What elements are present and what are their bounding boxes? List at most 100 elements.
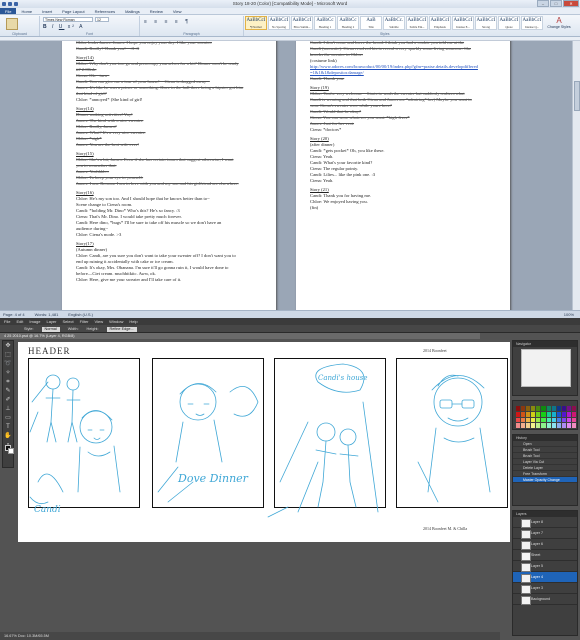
- color-swatch[interactable]: [561, 423, 566, 428]
- color-swatch[interactable]: [521, 423, 526, 428]
- color-swatch[interactable]: [516, 411, 521, 417]
- text-tool-icon[interactable]: T: [3, 423, 13, 431]
- maximize-button[interactable]: □: [550, 0, 562, 7]
- color-swatch[interactable]: [551, 417, 556, 423]
- style-preset[interactable]: AaBbCcI No Spacing: [268, 16, 290, 30]
- history-state[interactable]: Master Opacity Change: [513, 477, 577, 483]
- color-swatch[interactable]: [556, 417, 561, 423]
- swatch-grid[interactable]: [516, 406, 576, 428]
- eraser-tool-icon[interactable]: ▭: [3, 414, 13, 422]
- navigator-thumbnail[interactable]: [521, 349, 571, 387]
- layer-row[interactable]: Layer 8: [513, 517, 577, 528]
- document-tab[interactable]: 4 25 2010.psd @ 16.7% (Layer 4, RGB/8): [0, 333, 480, 339]
- color-swatch[interactable]: [531, 406, 536, 411]
- ribbon-tab-home[interactable]: Home: [16, 8, 37, 14]
- word-app-icon[interactable]: [2, 2, 6, 6]
- color-swatch[interactable]: [566, 417, 571, 423]
- ps-menu-file[interactable]: File: [4, 318, 10, 325]
- color-swatch[interactable]: [521, 417, 526, 423]
- document-line[interactable]: (fin): [310, 205, 496, 211]
- undo-icon[interactable]: [14, 2, 18, 6]
- document-line[interactable]: Candi: Really? Thank you! ~<3<3: [76, 46, 262, 52]
- move-tool-icon[interactable]: ✥: [3, 342, 13, 350]
- brush-tool-icon[interactable]: ✐: [3, 396, 13, 404]
- color-swatch[interactable]: [551, 423, 556, 428]
- document-page-left[interactable]: Chloe looks James. James: I hope you enj…: [62, 41, 276, 310]
- color-swatch[interactable]: [516, 417, 521, 423]
- color-swatch[interactable]: [546, 423, 551, 428]
- eyedropper-tool-icon[interactable]: ✎: [3, 387, 13, 395]
- document-line[interactable]: James: You are the best wife ever!: [76, 142, 262, 148]
- save-icon[interactable]: [8, 2, 12, 6]
- color-swatch[interactable]: [531, 417, 536, 423]
- close-button[interactable]: ✕: [563, 0, 579, 7]
- scroll-thumb[interactable]: [574, 81, 580, 111]
- layer-row[interactable]: Layer 6: [513, 539, 577, 550]
- document-area[interactable]: Chloe looks James. James: I hope you enj…: [0, 41, 572, 310]
- navigator-header[interactable]: Navigator: [513, 341, 577, 347]
- refine-edge-button[interactable]: Refine Edge...: [106, 326, 137, 332]
- color-swatch[interactable]: [556, 406, 561, 411]
- language[interactable]: English (U.S.): [68, 311, 93, 318]
- background-color-swatch[interactable]: [8, 448, 14, 454]
- paste-icon[interactable]: [6, 18, 18, 30]
- color-swatch[interactable]: [566, 423, 571, 428]
- color-swatch[interactable]: [551, 411, 556, 417]
- document-line[interactable]: James: I am. Because I am in love with y…: [76, 181, 262, 187]
- style-preset[interactable]: AaBbCcI Elisa Summ...: [291, 16, 313, 30]
- layer-row[interactable]: Layer 4: [513, 572, 577, 583]
- style-preset[interactable]: AaBbCc Heading 2: [337, 16, 359, 30]
- style-select[interactable]: Normal: [41, 326, 60, 332]
- color-swatch[interactable]: [541, 423, 546, 428]
- style-preset[interactable]: AaBbCc. Subtitle: [383, 16, 405, 30]
- color-swatch[interactable]: [516, 423, 521, 428]
- document-line[interactable]: Chloe: Ciena's mode. >3: [76, 232, 262, 238]
- style-preset[interactable]: AaBbCcI Emphasis: [429, 16, 451, 30]
- color-swatch[interactable]: [536, 406, 541, 411]
- document-line[interactable]: Chloe: *annoyed* (She kind of girl!: [76, 97, 262, 103]
- ps-menu-window[interactable]: Window: [109, 318, 123, 325]
- color-swatch[interactable]: [566, 411, 571, 417]
- color-swatch[interactable]: [536, 417, 541, 423]
- layer-row[interactable]: Layer 7: [513, 528, 577, 539]
- color-swatch[interactable]: [571, 406, 576, 411]
- color-swatch[interactable]: [566, 406, 571, 411]
- color-swatch[interactable]: [571, 411, 576, 417]
- style-preset[interactable]: AaB Title: [360, 16, 382, 30]
- ps-menu-filter[interactable]: Filter: [80, 318, 89, 325]
- font-name-box[interactable]: Times New Roman: [43, 17, 93, 22]
- style-preset[interactable]: AaBbCcI Intense E...: [452, 16, 474, 30]
- ribbon-tab-view[interactable]: View: [168, 8, 187, 14]
- ribbon-tab-review[interactable]: Review: [145, 8, 168, 14]
- marquee-tool-icon[interactable]: ⬚: [3, 351, 13, 359]
- color-swatch[interactable]: [526, 411, 531, 417]
- zoom-level[interactable]: 100%: [564, 311, 580, 318]
- document-line[interactable]: Ciena: Yeah.: [310, 178, 496, 184]
- color-swatch[interactable]: [541, 417, 546, 423]
- ps-menu-help[interactable]: Help: [129, 318, 137, 325]
- wand-tool-icon[interactable]: ✧: [3, 369, 13, 377]
- stamp-tool-icon[interactable]: ⊥: [3, 405, 13, 413]
- color-swatch[interactable]: [526, 423, 531, 428]
- ribbon-tab-file[interactable]: File: [0, 8, 17, 14]
- ps-menu-layer[interactable]: Layer: [46, 318, 56, 325]
- document-page-right[interactable]: Candi: I don't come and leave the bread.…: [296, 41, 510, 310]
- color-swatch[interactable]: [551, 406, 556, 411]
- color-swatch[interactable]: [571, 423, 576, 428]
- style-preset[interactable]: AaBbCcI Strong: [475, 16, 497, 30]
- color-swatch[interactable]: [526, 417, 531, 423]
- ps-menu-view[interactable]: View: [95, 318, 104, 325]
- layer-row[interactable]: Background: [513, 594, 577, 605]
- font-size-box[interactable]: 12: [95, 17, 109, 22]
- color-swatch[interactable]: [546, 417, 551, 423]
- color-swatch[interactable]: [546, 411, 551, 417]
- color-swatch[interactable]: [531, 423, 536, 428]
- color-swatch[interactable]: [531, 411, 536, 417]
- color-swatch[interactable]: [541, 406, 546, 411]
- ribbon-tab-insert[interactable]: Insert: [37, 8, 57, 14]
- color-swatch[interactable]: [526, 406, 531, 411]
- change-styles-button[interactable]: A Change Styles: [540, 16, 578, 36]
- color-swatch[interactable]: [536, 423, 541, 428]
- layer-row[interactable]: Sheet: [513, 550, 577, 561]
- navigator-panel[interactable]: Navigator: [512, 340, 578, 396]
